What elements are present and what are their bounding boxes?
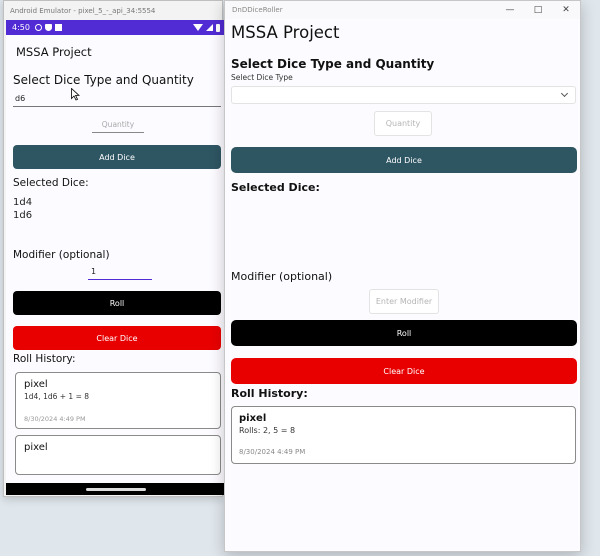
history-card: pixel (15, 435, 221, 475)
selected-dice-label: Selected Dice: (231, 181, 320, 194)
battery-icon (216, 23, 220, 32)
window-titlebar: DnDDiceRoller — □ ✕ (225, 1, 580, 19)
chevron-down-icon (560, 89, 569, 98)
add-dice-button[interactable]: Add Dice (13, 145, 221, 169)
close-icon[interactable]: ✕ (552, 1, 580, 19)
history-result: Rolls: 2, 5 = 8 (239, 426, 296, 435)
quantity-input[interactable]: Quantity (374, 111, 432, 136)
history-timestamp: 8/30/2024 4:49 PM (239, 448, 306, 456)
add-dice-button[interactable]: Add Dice (231, 147, 577, 173)
phone-screen: 4:50 MSSA Project Select Dice Type and Q… (6, 20, 226, 495)
history-player: pixel (24, 442, 48, 453)
sim-icon (54, 24, 62, 31)
selected-dice-label: Selected Dice: (13, 177, 89, 189)
home-gesture-handle[interactable] (86, 487, 146, 491)
select-dice-heading: Select Dice Type and Quantity (13, 73, 194, 87)
history-card: pixel 1d4, 1d6 + 1 = 8 8/30/2024 4:49 PM (15, 372, 221, 429)
minimize-icon[interactable]: — (496, 1, 524, 19)
roll-button[interactable]: Roll (13, 291, 221, 315)
clear-dice-button[interactable]: Clear Dice (231, 358, 577, 384)
app-title: MSSA Project (16, 45, 92, 59)
dice-type-picker[interactable] (231, 86, 576, 104)
selected-dice-list (231, 194, 580, 270)
shield-icon (44, 24, 52, 31)
selected-dice-list: 1d4 1d6 (6, 189, 226, 247)
status-time: 4:50 (12, 23, 30, 32)
desktop-app-window: DnDDiceRoller — □ ✕ MSSA Project Select … (224, 0, 581, 552)
modifier-input[interactable]: Enter Modifier (369, 289, 439, 314)
modifier-label: Modifier (optional) (231, 270, 333, 283)
history-result: 1d4, 1d6 + 1 = 8 (24, 392, 90, 401)
maximize-icon[interactable]: □ (524, 1, 552, 19)
dice-type-label: Select Dice Type (231, 73, 293, 82)
wifi-icon (193, 24, 203, 31)
modifier-input[interactable]: 1 (88, 267, 152, 280)
clear-dice-button[interactable]: Clear Dice (13, 326, 221, 350)
app-title: MSSA Project (231, 23, 340, 42)
roll-history-label: Roll History: (231, 387, 308, 400)
android-status-bar: 4:50 (6, 20, 226, 35)
roll-history-label: Roll History: (13, 353, 76, 365)
list-item: 1d6 (13, 210, 33, 221)
roll-button[interactable]: Roll (231, 320, 577, 346)
history-timestamp: 8/30/2024 4:49 PM (24, 415, 86, 423)
android-emulator-window: Android Emulator - pixel_5_-_api_34:5554… (3, 0, 226, 497)
quantity-input[interactable]: Quantity (92, 120, 144, 133)
mouse-cursor-icon (71, 88, 80, 101)
signal-icon (206, 24, 213, 31)
window-title: DnDDiceRoller (232, 6, 283, 14)
history-player: pixel (24, 379, 48, 390)
history-card: pixel Rolls: 2, 5 = 8 8/30/2024 4:49 PM (231, 406, 576, 464)
emulator-title: Android Emulator - pixel_5_-_api_34:5554 (4, 1, 222, 21)
list-item: 1d4 (13, 197, 33, 208)
android-nav-bar (6, 483, 226, 495)
select-dice-heading: Select Dice Type and Quantity (231, 57, 435, 71)
modifier-label: Modifier (optional) (13, 249, 110, 261)
notification-icon (34, 24, 42, 31)
history-player: pixel (239, 413, 267, 424)
dice-type-picker[interactable]: d6 (13, 91, 221, 107)
